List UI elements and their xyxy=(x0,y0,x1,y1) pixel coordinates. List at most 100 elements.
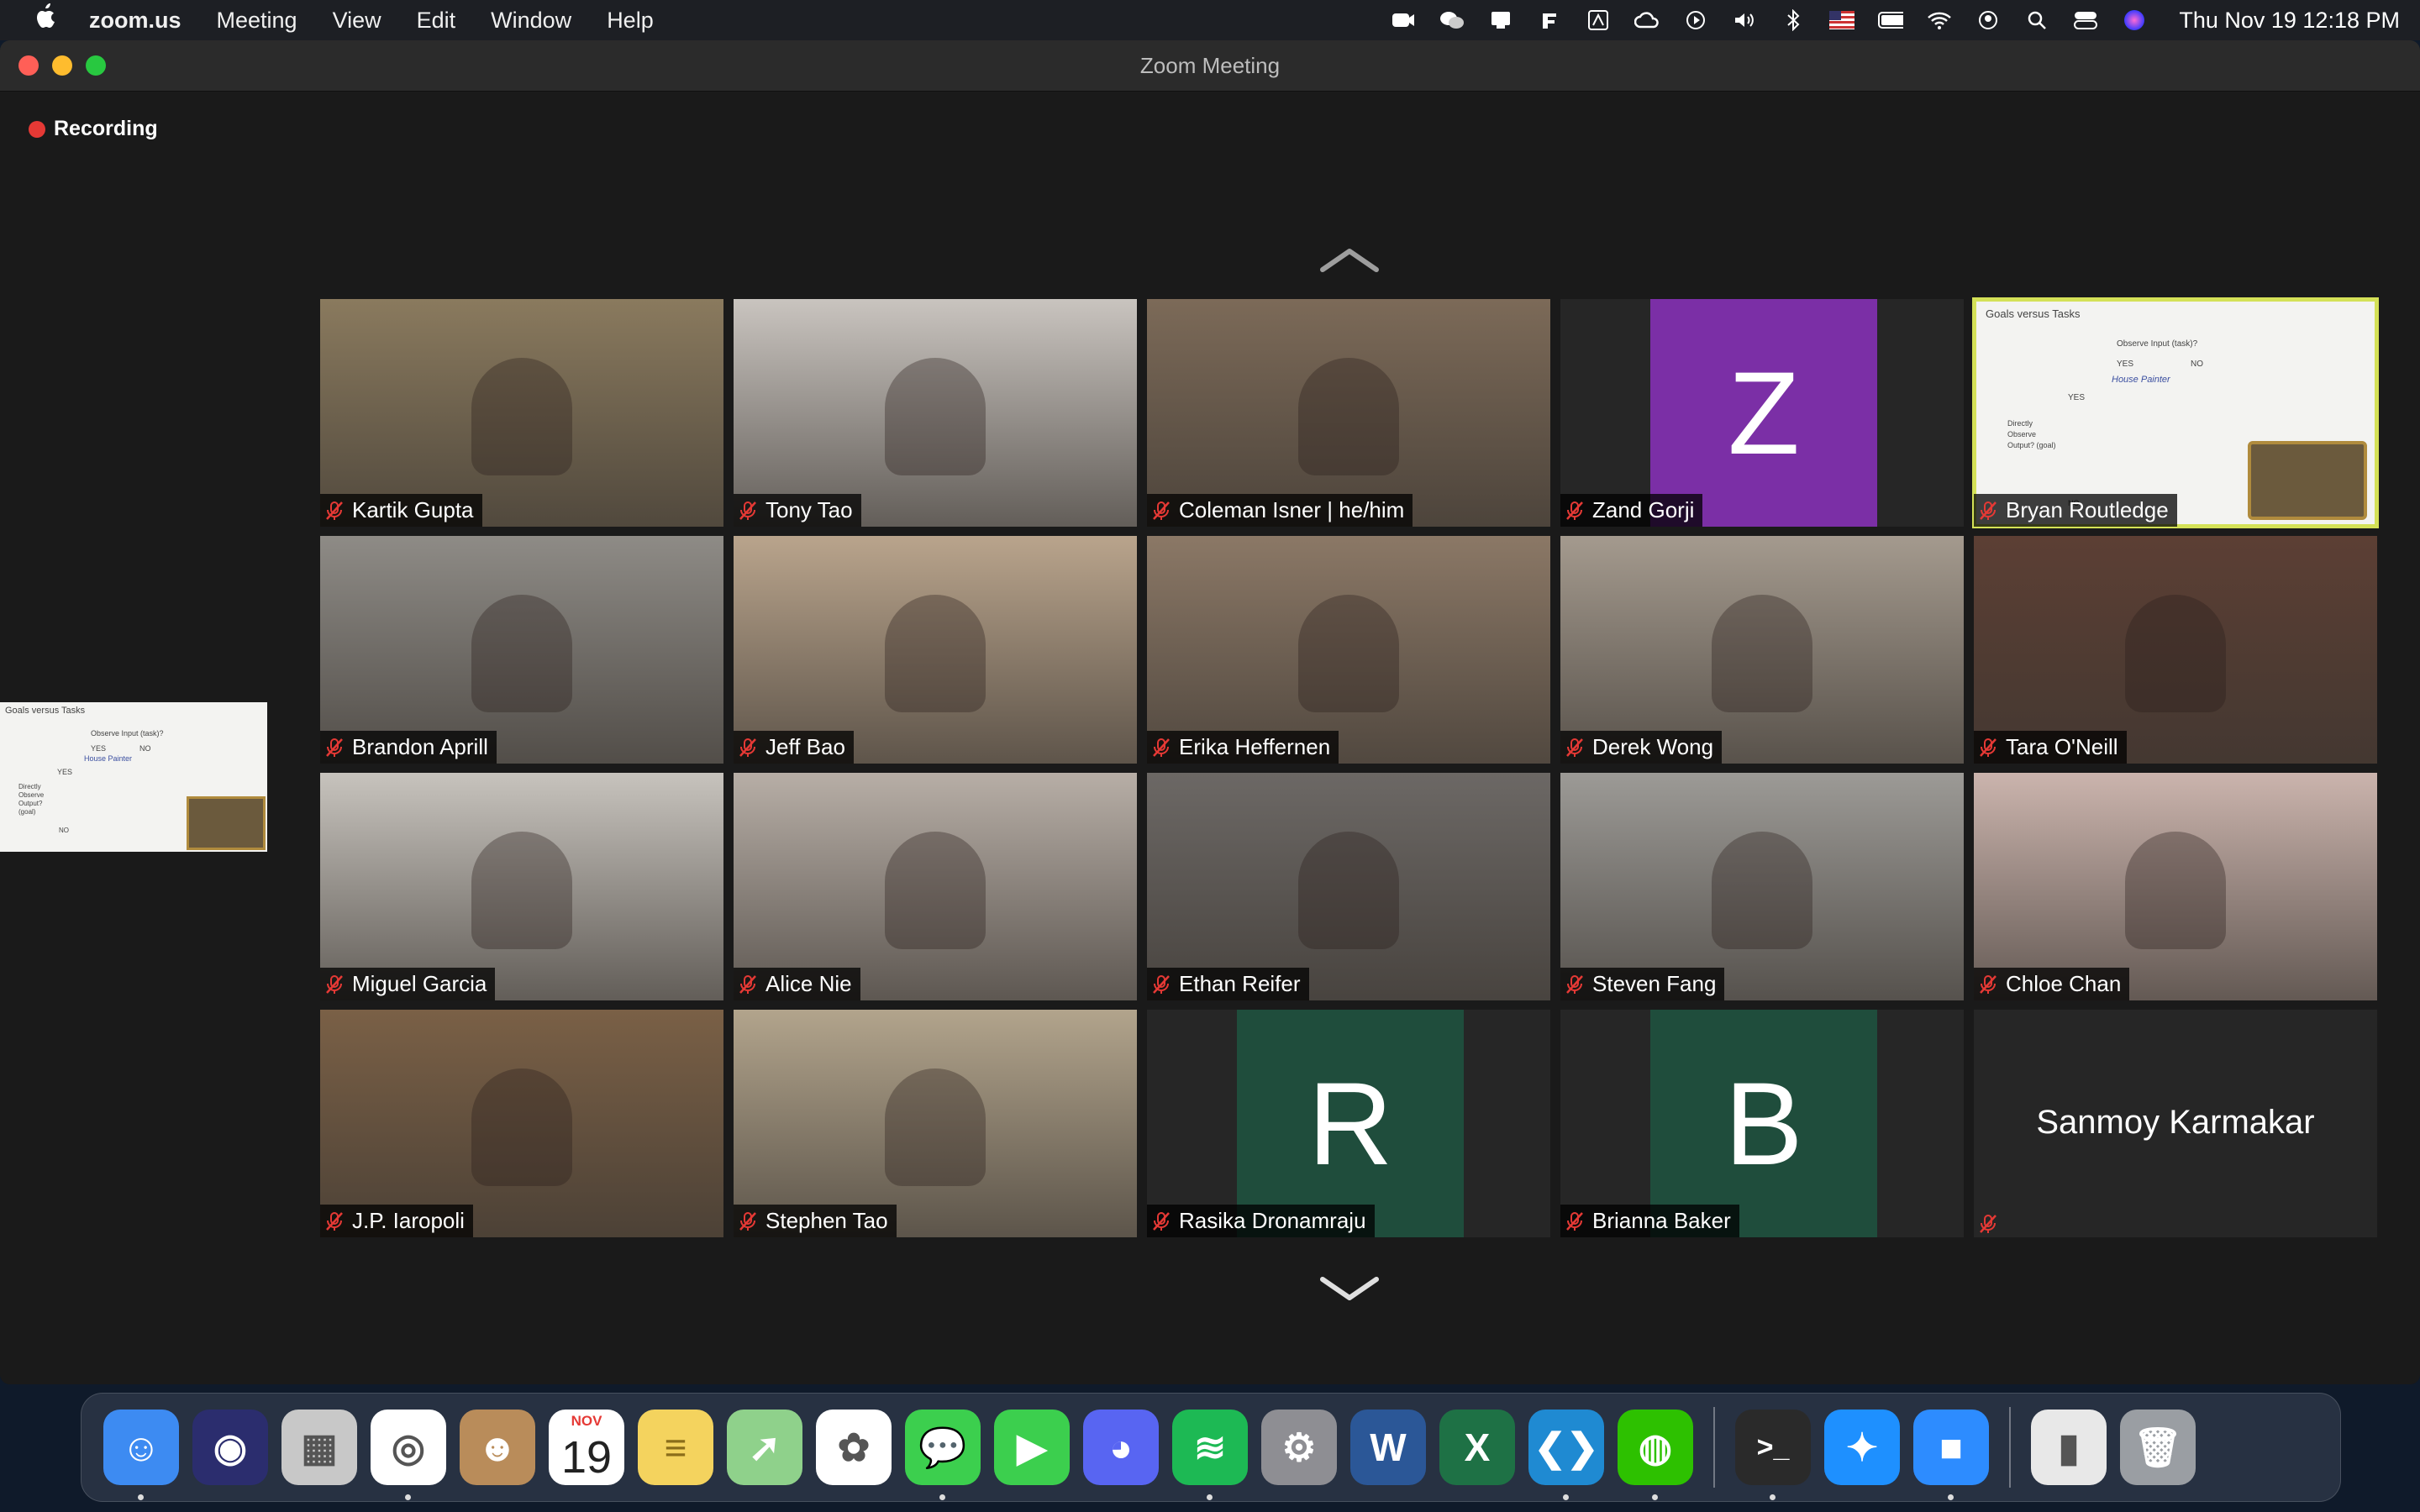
window-titlebar[interactable]: Zoom Meeting xyxy=(0,40,2420,92)
participant-name-label: Zand Gorji xyxy=(1560,494,1703,527)
thumb-slide-handwriting: House Painter xyxy=(84,754,133,763)
creative-cloud-icon[interactable] xyxy=(1634,9,1660,31)
finder-dock-icon[interactable]: ☺ xyxy=(103,1410,179,1500)
running-indicator xyxy=(1207,1494,1213,1500)
participant-video-silhouette xyxy=(471,358,572,475)
word-dock-icon[interactable]: W xyxy=(1350,1410,1426,1485)
notes-dock-icon[interactable]: ≡ xyxy=(638,1410,713,1485)
participant-tile[interactable]: Kartik Gupta xyxy=(320,299,723,527)
participant-tile[interactable]: Stephen Tao xyxy=(734,1010,1137,1237)
excel-dock-icon[interactable]: X xyxy=(1439,1410,1515,1485)
calendar-day: 19 xyxy=(560,1432,613,1483)
apple-menu-icon[interactable] xyxy=(34,3,59,37)
recording-indicator[interactable]: Recording xyxy=(29,117,158,141)
participant-tile[interactable]: Goals versus Tasks Observe Input (task)? Y… xyxy=(1972,297,2379,528)
participant-video-silhouette xyxy=(1712,595,1812,712)
page-down-chevron-icon[interactable] xyxy=(1316,1273,1383,1306)
participant-tile[interactable]: Miguel Garcia xyxy=(320,773,723,1000)
shared-screen-thumbnail[interactable]: Goals versus Tasks Observe Input (task)?… xyxy=(0,702,267,852)
archive-dock-icon[interactable]: ▮ xyxy=(2031,1410,2107,1485)
participant-tile[interactable]: Tony Tao xyxy=(734,299,1137,527)
muted-mic-icon xyxy=(325,1211,344,1231)
participant-tile[interactable]: Z Zand Gorji xyxy=(1560,299,1964,527)
wechat-icon[interactable] xyxy=(1439,9,1465,31)
muted-mic-icon xyxy=(1979,1214,1997,1234)
acrobat-icon[interactable] xyxy=(1586,9,1611,31)
siri-icon[interactable] xyxy=(2122,9,2147,31)
participant-video-silhouette xyxy=(885,1068,986,1186)
fantastical-icon[interactable] xyxy=(1537,9,1562,31)
menu-view[interactable]: View xyxy=(333,8,381,34)
slide-text: Directly Observe Output? (goal) xyxy=(2007,419,2056,449)
participant-tile[interactable]: Steven Fang xyxy=(1560,773,1964,1000)
participant-tile[interactable]: Tara O'Neill xyxy=(1974,536,2377,764)
page-up-chevron-icon[interactable] xyxy=(1316,243,1383,276)
zoom-dock-icon[interactable]: ■ xyxy=(1913,1410,1989,1500)
slide-text: NO xyxy=(2191,360,2203,369)
menu-help[interactable]: Help xyxy=(607,8,654,34)
play-icon[interactable] xyxy=(1683,9,1708,31)
trash-dock-icon[interactable]: 🗑 xyxy=(2120,1410,2196,1485)
participant-avatar: B xyxy=(1650,1010,1877,1237)
launchpad-dock-icon[interactable]: ▦ xyxy=(281,1410,357,1485)
participant-tile[interactable]: J.P. Iaropoli xyxy=(320,1010,723,1237)
running-indicator xyxy=(939,1494,945,1500)
participant-tile[interactable]: Brandon Aprill xyxy=(320,536,723,764)
thumb-slide-line: NO xyxy=(59,827,69,834)
trash-glyph-icon: 🗑 xyxy=(2133,1425,2183,1469)
bluetooth-icon[interactable] xyxy=(1781,9,1806,31)
participant-tile[interactable]: Alice Nie xyxy=(734,773,1137,1000)
participant-video-silhouette xyxy=(471,1068,572,1186)
photos-dock-icon[interactable]: ✿ xyxy=(816,1410,892,1485)
calendar-dock-icon[interactable]: NOV 19 xyxy=(549,1410,624,1485)
discord-dock-icon[interactable]: ◕ xyxy=(1083,1410,1159,1485)
slide-text: Observe Input (task)? xyxy=(2117,339,2198,349)
participant-tile[interactable]: B Brianna Baker xyxy=(1560,1010,1964,1237)
control-center-icon[interactable] xyxy=(2073,9,2098,31)
participant-video-silhouette xyxy=(1298,595,1399,712)
menubar-clock[interactable]: Thu Nov 19 12:18 PM xyxy=(2179,8,2400,34)
search-icon[interactable] xyxy=(2024,9,2049,31)
chrome-dock-icon[interactable]: ◎ xyxy=(371,1410,446,1500)
zoom-camera-icon[interactable] xyxy=(1391,9,1416,31)
user-icon[interactable] xyxy=(1975,9,2001,31)
participant-tile[interactable]: Coleman Isner | he/him xyxy=(1147,299,1550,527)
wifi-icon[interactable] xyxy=(1927,9,1952,31)
facetime-dock-icon[interactable]: ▶ xyxy=(994,1410,1070,1485)
participant-name: J.P. Iaropoli xyxy=(352,1208,465,1233)
menu-meeting[interactable]: Meeting xyxy=(217,8,297,34)
muted-mic-icon xyxy=(1565,974,1584,995)
siri-dock-icon[interactable]: ◉ xyxy=(192,1410,268,1485)
menu-app-name[interactable]: zoom.us xyxy=(89,8,182,34)
vscode-dock-icon[interactable]: ❮❯ xyxy=(1528,1410,1604,1500)
spotify-dock-icon[interactable]: ≋ xyxy=(1172,1410,1248,1500)
maps-dock-icon[interactable]: ➚ xyxy=(727,1410,802,1485)
terminal-dock-icon[interactable]: >_ xyxy=(1735,1410,1811,1500)
battery-icon[interactable] xyxy=(1878,9,1904,31)
messages-dock-icon[interactable]: 💬 xyxy=(905,1410,981,1500)
participant-tile[interactable]: Ethan Reifer xyxy=(1147,773,1550,1000)
photos-glyph-icon: ✿ xyxy=(837,1425,871,1469)
participant-name: Tara O'Neill xyxy=(2006,734,2118,759)
menu-window[interactable]: Window xyxy=(491,8,571,34)
wechat-dock-icon[interactable]: ◍ xyxy=(1618,1410,1693,1500)
participant-display-name: Sanmoy Karmakar xyxy=(2036,1104,2315,1141)
participant-tile[interactable]: Jeff Bao xyxy=(734,536,1137,764)
participant-tile[interactable]: Erika Heffernen xyxy=(1147,536,1550,764)
participant-name: Coleman Isner | he/him xyxy=(1179,497,1405,522)
participant-tile[interactable]: Chloe Chan xyxy=(1974,773,2377,1000)
system-preferences-dock-icon[interactable]: ⚙ xyxy=(1261,1410,1337,1485)
thumb-slide-line: YES xyxy=(57,768,73,776)
contacts-dock-icon[interactable]: ☻ xyxy=(460,1410,535,1485)
participant-tile[interactable]: Sanmoy Karmakar xyxy=(1974,1010,2377,1237)
participant-tile[interactable]: Derek Wong xyxy=(1560,536,1964,764)
participant-tile[interactable]: R Rasika Dronamraju xyxy=(1147,1010,1550,1237)
muted-mic-icon xyxy=(1565,1211,1584,1231)
running-indicator xyxy=(1770,1494,1776,1500)
menu-edit[interactable]: Edit xyxy=(417,8,456,34)
flag-us-icon[interactable] xyxy=(1829,9,1855,31)
notification-icon[interactable] xyxy=(1488,9,1513,31)
safari-dock-icon[interactable]: ✦ xyxy=(1824,1410,1900,1485)
volume-icon[interactable] xyxy=(1732,9,1757,31)
muted-mic-icon xyxy=(1979,974,1997,995)
